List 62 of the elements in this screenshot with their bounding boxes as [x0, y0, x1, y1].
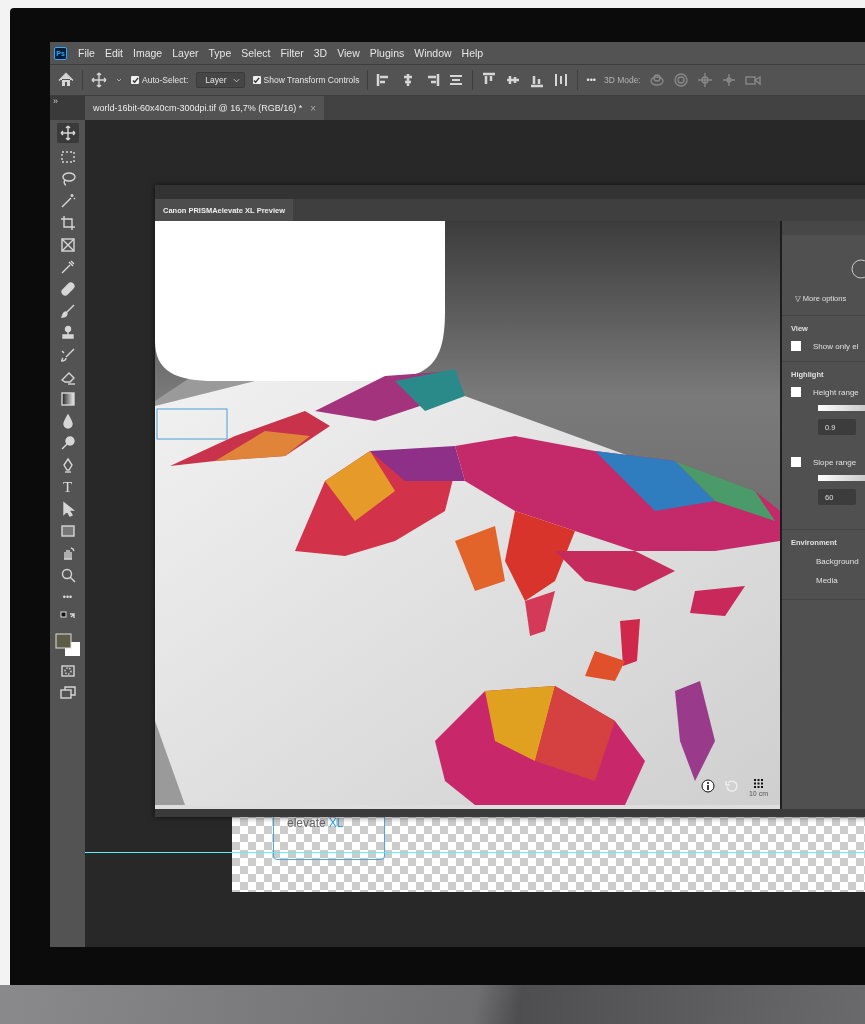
mode-label: 3D Mode:: [603, 75, 641, 85]
brush-icon[interactable]: [59, 303, 76, 319]
checkbox-label: Show Transform Controls: [263, 75, 360, 85]
more-tools-button[interactable]: •••: [56, 589, 79, 605]
rectangle-icon[interactable]: [59, 523, 76, 539]
color-swatches-icon[interactable]: [54, 633, 81, 657]
menu-item[interactable]: View: [332, 47, 365, 59]
eyedropper-icon[interactable]: [59, 259, 76, 275]
layer-dropdown[interactable]: Layer: [196, 72, 245, 88]
menu-item[interactable]: Edit: [99, 47, 128, 59]
crop-icon[interactable]: [59, 215, 76, 231]
lasso-icon[interactable]: [59, 171, 76, 187]
checkbox[interactable]: [131, 76, 139, 84]
more-button[interactable]: •••: [586, 75, 596, 85]
option-label[interactable]: Media: [816, 576, 865, 585]
checkbox[interactable]: [791, 387, 801, 397]
checkbox[interactable]: [791, 341, 801, 351]
checkbox[interactable]: [252, 76, 261, 84]
menu-item[interactable]: Select: [236, 47, 276, 59]
grid-icon[interactable]: [753, 779, 763, 788]
close-button[interactable]: ×: [310, 102, 317, 114]
menu-item[interactable]: Type: [203, 47, 237, 59]
gradient-icon[interactable]: [59, 391, 76, 407]
screen-mode-icon[interactable]: [59, 685, 76, 701]
document-tab[interactable]: world-16bit-60x40cm-300dpi.tif @ 16,7% (RGB/16) * ×: [85, 96, 325, 120]
option-label[interactable]: Background: [816, 557, 865, 566]
logo-accent: XL: [328, 816, 344, 830]
distribute-icon[interactable]: [448, 72, 465, 88]
type-tool[interactable]: T: [56, 479, 79, 495]
stamp-icon[interactable]: [59, 325, 76, 341]
document-title: world-16bit-60x40cm-300dpi.tif @ 16,7% (RGB/16) *: [93, 103, 303, 113]
caret-icon: [232, 77, 240, 83]
checkbox-label: Show only el: [813, 341, 859, 351]
menu-item[interactable]: File: [73, 47, 100, 59]
search-icon[interactable]: [59, 567, 76, 583]
info-icon[interactable]: [700, 779, 715, 793]
home-icon[interactable]: [58, 72, 74, 88]
checkbox[interactable]: [791, 457, 801, 467]
range-slider[interactable]: [818, 405, 865, 411]
checkbox-label: Slope range: [813, 457, 857, 467]
magic-wand-icon[interactable]: [59, 193, 76, 209]
caret-icon[interactable]: [115, 76, 123, 84]
menu-item[interactable]: Filter: [275, 47, 309, 59]
frame-icon[interactable]: [59, 237, 76, 253]
bandage-icon[interactable]: [59, 281, 76, 297]
checkbox-label: Height range: [813, 387, 859, 397]
logo-text: elevate: [287, 816, 326, 830]
range-slider[interactable]: [818, 475, 865, 481]
marquee-icon[interactable]: [59, 149, 76, 165]
menu-item[interactable]: Help: [456, 47, 489, 59]
move-icon[interactable]: [59, 125, 76, 141]
distribute-icon[interactable]: [553, 72, 570, 88]
collapse-toggle[interactable]: »: [50, 96, 85, 120]
menu-item[interactable]: 3D: [308, 47, 333, 59]
menu-item[interactable]: Plugins: [364, 47, 410, 59]
menu-item[interactable]: Layer: [167, 47, 204, 59]
history-brush-icon[interactable]: [59, 347, 76, 363]
menu-item[interactable]: Image: [128, 47, 168, 59]
checkbox-label: Auto-Select:: [142, 75, 189, 85]
move-icon[interactable]: [91, 72, 107, 88]
quick-mask-icon[interactable]: [59, 663, 76, 679]
menu-item[interactable]: Window: [409, 47, 457, 59]
